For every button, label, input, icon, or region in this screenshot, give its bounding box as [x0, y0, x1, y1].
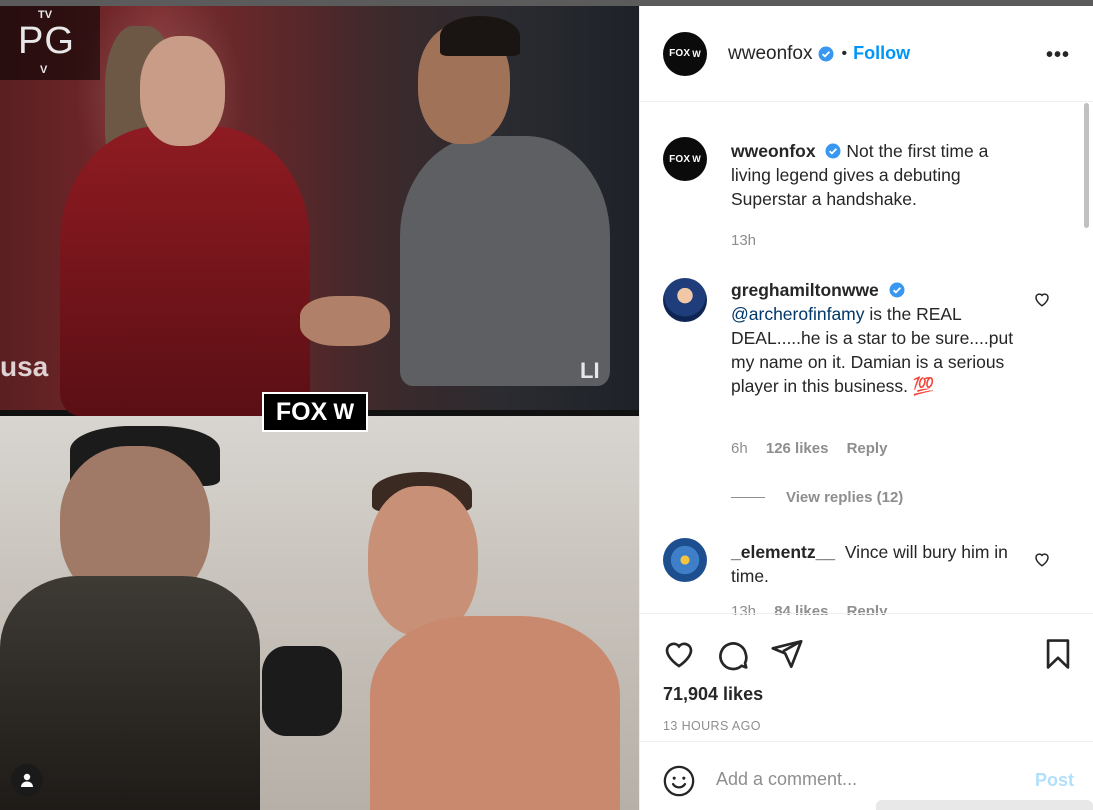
verified-icon: [825, 143, 841, 159]
comment-time: 6h: [731, 440, 748, 457]
view-replies-button[interactable]: View replies (12): [731, 489, 903, 506]
figure-jacket-left: [60, 126, 310, 416]
wwe-w: W: [333, 399, 355, 424]
posted-time: 13 HOURS AGO: [663, 719, 761, 733]
caption-avatar[interactable]: FOX W: [663, 137, 707, 181]
figure-head-bottom-right: [368, 486, 478, 636]
usa-network-logo: usa: [0, 351, 49, 382]
likes-count[interactable]: 71,904 likes: [663, 684, 763, 705]
comment-icon[interactable]: [716, 637, 750, 671]
post-side-panel: FOX W wweonfox • Follow ••• FOX W wweonfox…: [639, 6, 1093, 810]
bookmark-icon[interactable]: [1041, 637, 1075, 671]
fox-wwe-bug: FOX W: [262, 392, 368, 432]
comments-scrollbar[interactable]: [1084, 103, 1089, 228]
bottom-edge-tab: [876, 800, 1093, 810]
comment-meta: 6h 126 likes Reply: [731, 440, 887, 457]
emoji-icon[interactable]: [662, 764, 696, 798]
comment-text: _elementz__ Vince will bury him in time.: [731, 540, 1021, 588]
figure-hair-right: [440, 16, 520, 56]
verified-icon: [889, 282, 905, 298]
post-header: FOX W wweonfox • Follow •••: [640, 6, 1093, 102]
caption-user[interactable]: wweonfox: [731, 141, 816, 161]
comment-user[interactable]: _elementz__: [731, 542, 835, 562]
figure-shirt-right: [400, 136, 610, 386]
figure-glove: [262, 646, 342, 736]
wwe-live-logo: LI: [580, 358, 600, 383]
post-media[interactable]: TV PG V usa LI FOX W: [0, 6, 639, 810]
comment-mention[interactable]: @archerofinfamy: [731, 304, 865, 324]
user-tag-icon[interactable]: [11, 764, 43, 796]
comment-like-heart-icon[interactable]: [1033, 550, 1051, 568]
view-replies-label: View replies (12): [786, 489, 904, 506]
fox-text: FOX: [275, 397, 328, 426]
verified-icon: [818, 46, 833, 61]
post-actions: 71,904 likes 13 HOURS AGO: [640, 613, 1093, 741]
comment-input[interactable]: [716, 764, 1006, 794]
follow-button[interactable]: Follow: [853, 43, 910, 64]
figure-head-left: [140, 36, 225, 146]
heart-icon[interactable]: [662, 637, 696, 671]
more-options-icon[interactable]: •••: [1046, 44, 1070, 67]
view-replies-line: [731, 497, 765, 498]
post-comment-button[interactable]: Post: [1035, 770, 1074, 791]
comment-likes[interactable]: 126 likes: [766, 440, 829, 457]
separator-dot: •: [841, 44, 848, 62]
comment-text: greghamiltonwwe @archerofinfamy is the R…: [731, 278, 1021, 398]
media-frame-top: TV PG V usa LI: [0, 6, 639, 416]
tv-rating-badge: TV PG V: [0, 6, 100, 80]
comment-reply-button[interactable]: Reply: [847, 440, 888, 457]
comment-user[interactable]: greghamiltonwwe: [731, 280, 879, 300]
comment-like-heart-icon[interactable]: [1033, 290, 1051, 308]
author-avatar[interactable]: FOX W: [663, 31, 707, 76]
rating-pg: PG: [18, 20, 75, 62]
caption-text: wweonfox Not the first time a living leg…: [731, 139, 1021, 211]
author-handle[interactable]: wweonfox: [728, 43, 813, 65]
figure-body-bottom-right: [370, 616, 620, 810]
caption-time: 13h: [731, 232, 757, 249]
comments-list[interactable]: FOX W wweonfox Not the first time a livin…: [640, 103, 1090, 615]
comment-avatar[interactable]: [663, 278, 707, 322]
handshake: [300, 296, 390, 346]
comment-avatar[interactable]: [663, 538, 707, 582]
share-icon[interactable]: [770, 637, 804, 671]
rating-v: V: [40, 64, 48, 76]
user-silhouette-icon: [21, 773, 33, 787]
